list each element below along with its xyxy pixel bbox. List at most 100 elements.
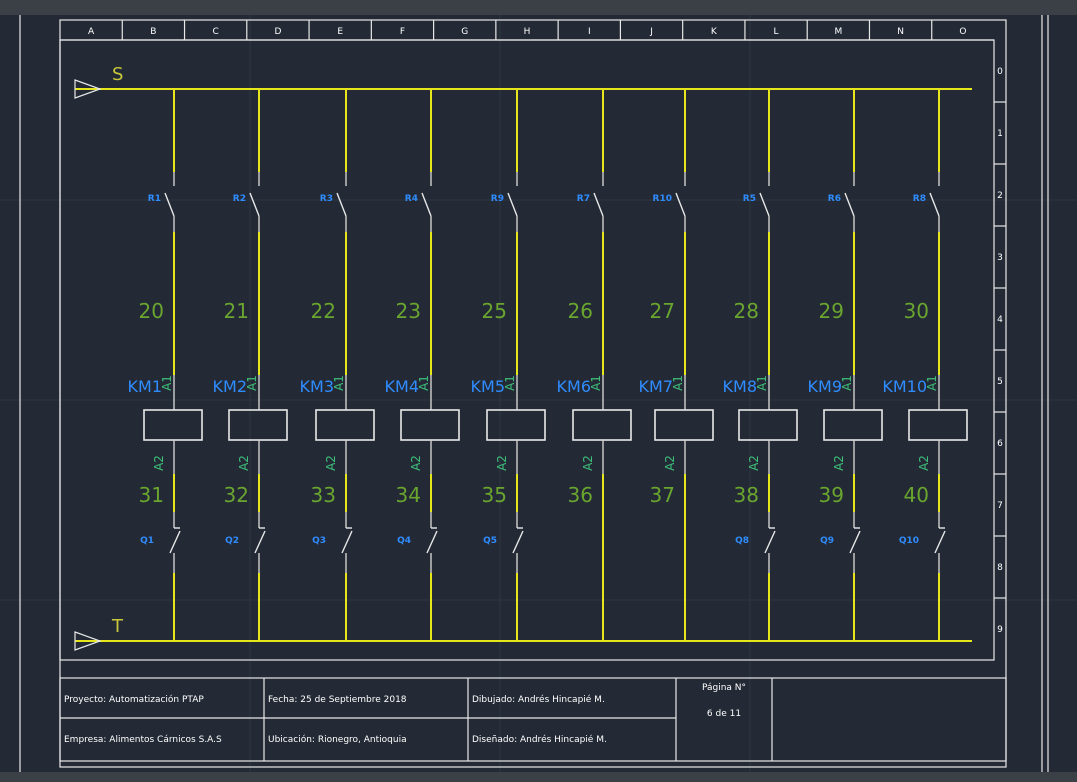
wire-number: 20 xyxy=(139,299,164,323)
wire-number: 29 xyxy=(819,299,844,323)
contact-blade xyxy=(507,192,518,217)
coil-terminal-a2: A2 xyxy=(832,455,846,471)
column-label: N xyxy=(897,27,904,37)
coil-label: KM5 xyxy=(471,377,505,396)
contact-blade xyxy=(341,530,353,554)
coil-label: KM4 xyxy=(385,377,419,396)
column-label: M xyxy=(834,27,842,37)
aux-contact-label: Q8 xyxy=(735,536,749,546)
column-header: A B C D E F G H I J K L M N O xyxy=(60,20,994,41)
wire-number: 34 xyxy=(396,483,421,507)
branch-10: R8 30 A1KM10 A2 40 Q10 xyxy=(882,89,968,641)
coil-terminal-a2: A2 xyxy=(581,455,595,471)
aux-contact-label: Q5 xyxy=(483,536,497,546)
coil-label: KM9 xyxy=(808,377,842,396)
page-number-value: 6 de 11 xyxy=(707,709,741,719)
coil-terminal-a2: A2 xyxy=(495,455,509,471)
contact-blade xyxy=(336,192,347,217)
coil-symbol xyxy=(654,409,714,441)
title-block: Proyecto: Automatización PTAP Empresa: A… xyxy=(59,677,1007,762)
contact-blade xyxy=(759,192,770,217)
column-label: B xyxy=(150,27,156,37)
row-label: 9 xyxy=(997,625,1003,635)
wire-number: 39 xyxy=(819,483,844,507)
contact-blade xyxy=(512,530,524,554)
coil-terminal-a2: A2 xyxy=(409,455,423,471)
aux-contact-label: Q9 xyxy=(820,536,834,546)
coil-label: KM2 xyxy=(213,377,247,396)
branch-8: R5 28 A1KM8 A2 38 Q8 xyxy=(723,89,798,641)
column-label: G xyxy=(461,27,468,37)
column-label: J xyxy=(649,27,653,37)
coil-terminal-a2: A2 xyxy=(324,455,338,471)
coil-label: KM8 xyxy=(723,377,757,396)
contact-label: R2 xyxy=(233,194,246,204)
top-bus-label: S xyxy=(112,64,123,85)
contact-blade xyxy=(844,192,855,217)
coil-symbol xyxy=(228,409,288,441)
contact-blade xyxy=(929,192,940,217)
designed-by-field: Diseñado: Andrés Hincapié M. xyxy=(472,734,607,745)
page-number-label: Página N° xyxy=(702,683,746,693)
contact-blade xyxy=(849,530,861,554)
contact-blade xyxy=(593,192,604,217)
contact-blade xyxy=(764,530,776,554)
schematic-sheet: ABCDEFGHIJKLMNO 0123456789 S T R120A1KM1… xyxy=(0,0,1077,782)
branch-4: R4 23 A1KM4 A2 34 Q4 xyxy=(385,89,460,641)
branch-3: R3 22 A1KM3 A2 33 Q3 xyxy=(300,89,375,641)
coil-terminal-a2: A2 xyxy=(663,455,677,471)
wire-number: 37 xyxy=(650,483,675,507)
row-label: 8 xyxy=(997,563,1003,573)
coil-symbol xyxy=(738,409,798,441)
row-label: 3 xyxy=(997,253,1003,263)
wire-number: 23 xyxy=(396,299,421,323)
contact-label: R6 xyxy=(828,194,841,204)
aux-contact-label: Q2 xyxy=(225,536,239,546)
column-label: E xyxy=(337,27,343,37)
coil-terminal-a1: A1 xyxy=(332,375,346,391)
row-label: 4 xyxy=(997,315,1003,325)
location-field: Ubicación: Rionegro, Antioquia xyxy=(268,734,407,745)
contact-label: R3 xyxy=(320,194,333,204)
coil-terminal-a1: A1 xyxy=(671,375,685,391)
coil-terminal-a1: A1 xyxy=(417,375,431,391)
column-label: K xyxy=(711,27,718,37)
wire-number: 30 xyxy=(904,299,929,323)
aux-contact-label: Q3 xyxy=(312,536,326,546)
contact-label: R8 xyxy=(913,194,926,204)
supply-bus: S T xyxy=(74,64,972,651)
coil-symbol xyxy=(486,409,546,441)
coil-terminal-a2: A2 xyxy=(152,455,166,471)
coil-terminal-a2: A2 xyxy=(237,455,251,471)
contact-blade xyxy=(249,192,260,217)
bottom-bus-label: T xyxy=(111,616,124,637)
wire-number: 27 xyxy=(650,299,675,323)
row-label: 1 xyxy=(997,129,1003,139)
wire-number: 31 xyxy=(139,483,164,507)
contact-blade xyxy=(934,530,946,554)
coil-terminal-a1: A1 xyxy=(840,375,854,391)
top-bar xyxy=(0,0,1077,15)
contact-blade xyxy=(421,192,432,217)
coil-symbol xyxy=(572,409,632,441)
coil-label: KM1 xyxy=(128,377,162,396)
row-label: 5 xyxy=(997,377,1003,387)
column-label: C xyxy=(213,27,219,37)
row-label: 2 xyxy=(997,191,1003,201)
contact-blade xyxy=(169,530,181,554)
wire-number: 36 xyxy=(568,483,593,507)
coil-symbol xyxy=(908,409,968,441)
wire-number: 40 xyxy=(904,483,929,507)
coil-terminal-a1: A1 xyxy=(755,375,769,391)
coil-symbol xyxy=(823,409,883,441)
coil-terminal-a1: A1 xyxy=(925,375,939,391)
contact-blade xyxy=(426,530,438,554)
wire-number: 26 xyxy=(568,299,593,323)
column-label: L xyxy=(774,27,779,37)
coil-label: KM3 xyxy=(300,377,334,396)
wire-number: 38 xyxy=(734,483,759,507)
coil-terminal-a1: A1 xyxy=(589,375,603,391)
aux-contact-label: Q1 xyxy=(140,536,154,546)
wire-number: 32 xyxy=(224,483,249,507)
contact-blade xyxy=(675,192,686,217)
